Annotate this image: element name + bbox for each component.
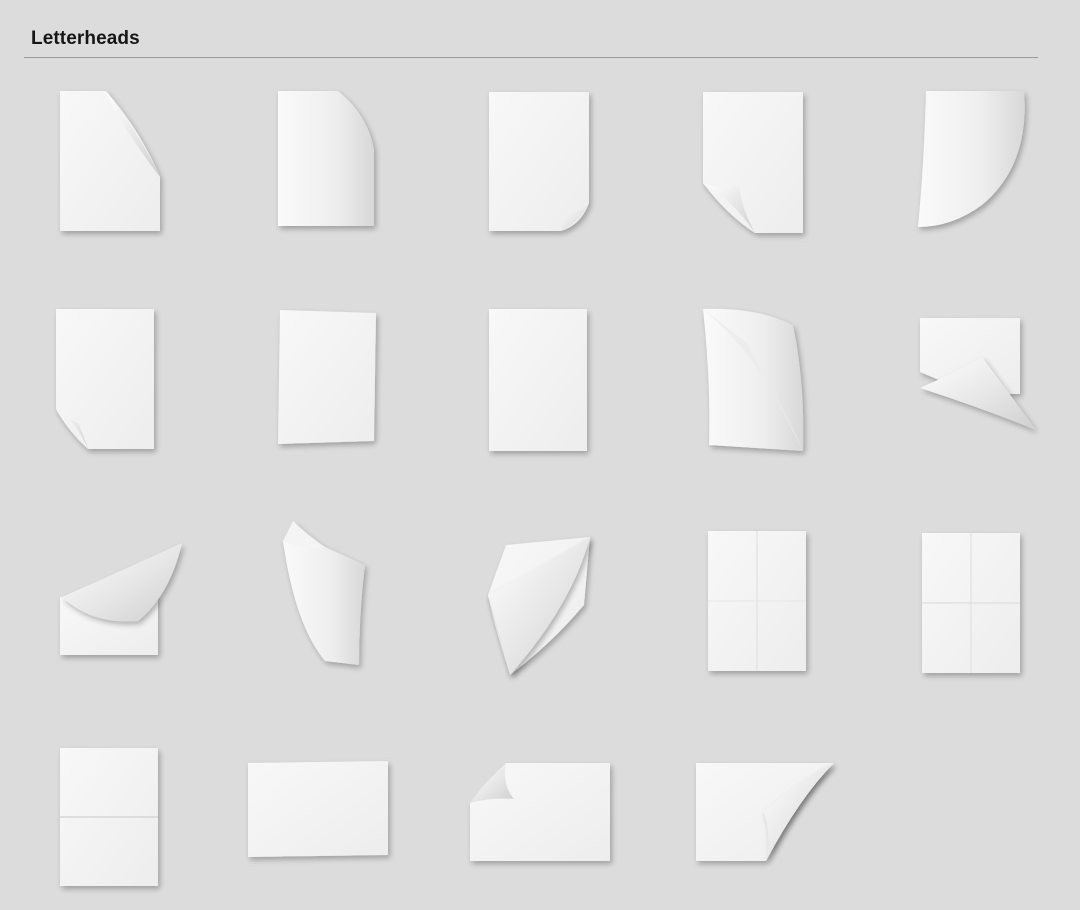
letterhead-mockup-1[interactable]	[50, 85, 175, 240]
letterhead-mockup-11[interactable]	[52, 535, 192, 665]
letterhead-mockup-4[interactable]	[697, 85, 822, 240]
letterhead-mockup-2[interactable]	[268, 85, 393, 240]
mockup-catalog-page: Letterheads	[0, 0, 1080, 910]
letterhead-mockup-15[interactable]	[914, 525, 1039, 680]
letterhead-mockup-18[interactable]	[462, 755, 622, 870]
letterhead-mockup-7[interactable]	[270, 303, 395, 458]
letterhead-mockup-10[interactable]	[912, 312, 1052, 447]
letterhead-mockup-13[interactable]	[480, 525, 610, 685]
letterhead-mockup-16[interactable]	[52, 742, 177, 897]
letterhead-mockup-8[interactable]	[483, 303, 608, 458]
letterhead-mockup-5[interactable]	[912, 85, 1037, 240]
letterhead-mockup-17[interactable]	[240, 755, 400, 870]
letterhead-mockup-3[interactable]	[483, 85, 608, 240]
section-header: Letterheads	[24, 26, 1038, 58]
letterhead-mockup-6[interactable]	[48, 303, 173, 458]
section-title: Letterheads	[31, 28, 140, 49]
letterhead-mockup-12[interactable]	[275, 515, 385, 675]
letterhead-mockup-14[interactable]	[700, 523, 825, 678]
letterhead-mockup-19[interactable]	[688, 755, 848, 870]
letterhead-mockup-9[interactable]	[697, 303, 822, 458]
